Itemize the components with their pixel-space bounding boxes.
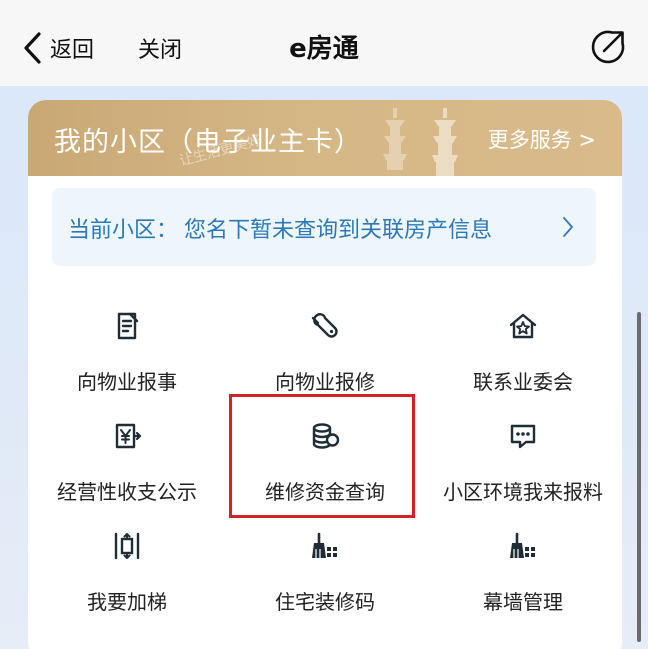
service-label: 小区环境我来报料 [443,480,603,504]
yuan-document-icon [115,423,142,449]
service-contact-owners-committee[interactable]: 联系业委会 [424,308,622,408]
my-community-card: 我的小区（电子业主卡） 让生活更美好 更多服务 > 当前小区： 您名下暂未查询到… [28,100,622,649]
service-business-disclosure[interactable]: 经营性收支公示 [28,418,226,518]
service-label: 维修资金查询 [265,480,385,504]
broom-qrcode-icon [312,532,337,558]
broom-qrcode-icon [510,532,535,558]
more-services-link[interactable]: 更多服务 > [488,124,596,154]
current-community-row[interactable]: 当前小区： 您名下暂未查询到关联房产信息 [52,188,596,266]
card-header: 我的小区（电子业主卡） 让生活更美好 更多服务 > [28,100,622,176]
service-label: 向物业报修 [275,370,375,394]
service-renovation-code[interactable]: 住宅装修码 [226,528,424,628]
service-maintenance-fund-query[interactable]: 维修资金查询 [226,418,424,518]
service-environment-report[interactable]: 小区环境我来报料 [424,418,622,518]
service-label: 住宅装修码 [275,590,375,614]
chevron-right-icon [563,217,573,237]
scrollbar[interactable] [637,312,641,642]
back-button[interactable]: 返回 [22,28,94,68]
service-label: 经营性收支公示 [57,480,197,504]
chat-bubble-icon [510,424,536,449]
service-add-elevator[interactable]: 我要加梯 [28,528,226,628]
wrench-icon [311,313,338,338]
house-star-icon [509,313,537,339]
service-curtain-wall-management[interactable]: 幕墙管理 [424,528,622,628]
top-nav-bar: 返回 关闭 e房通 [0,0,648,86]
report-icon [117,312,139,340]
page-title: e房通 [289,34,359,64]
service-label: 幕墙管理 [483,590,563,614]
service-request-repair[interactable]: 向物业报修 [226,308,424,408]
service-report-issue[interactable]: 向物业报事 [28,308,226,408]
back-label: 返回 [50,38,95,63]
pagoda-decoration-icon [383,108,407,170]
elevator-icon [114,532,140,560]
service-label: 联系业委会 [473,370,573,394]
service-label: 我要加梯 [87,590,167,614]
current-community-label: 当前小区： [68,218,179,243]
service-label: 向物业报事 [77,370,177,394]
coins-icon [312,423,340,449]
share-icon[interactable] [588,27,628,67]
close-button[interactable]: 关闭 [138,32,182,64]
chevron-left-icon [24,32,41,64]
pagoda-decoration-icon [432,108,458,176]
current-community-value: 您名下暂未查询到关联房产信息 [184,218,493,243]
